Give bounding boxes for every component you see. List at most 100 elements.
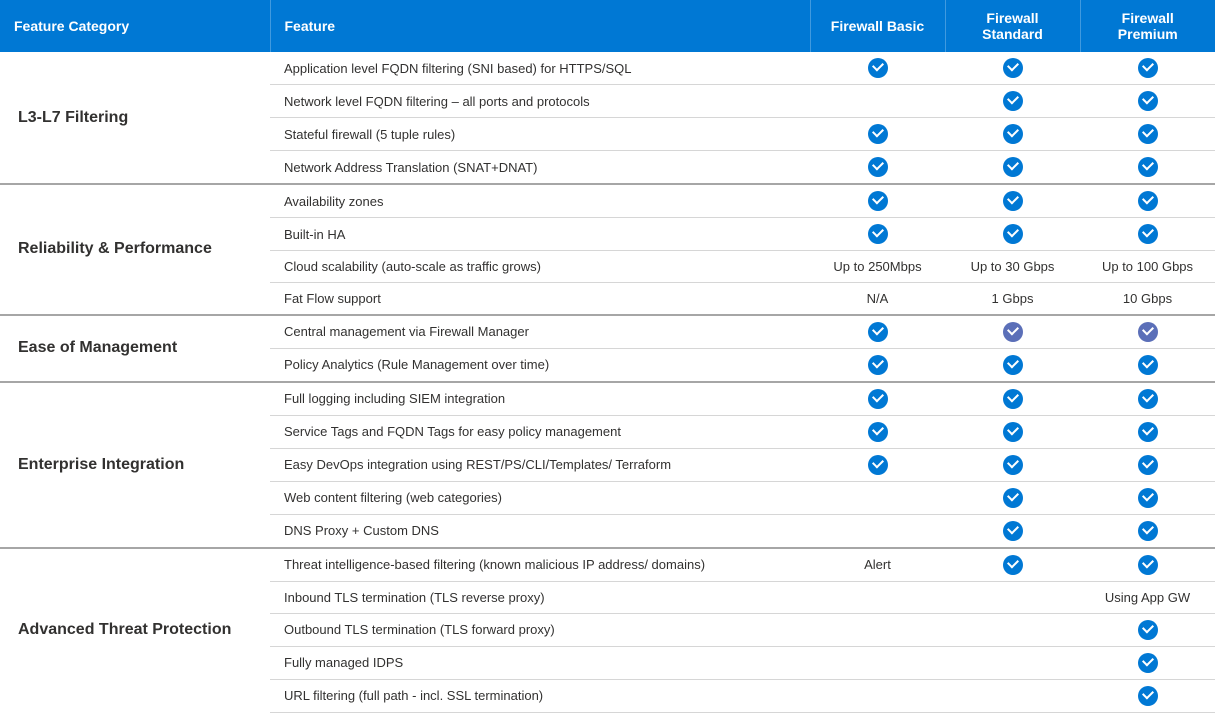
tier-cell: Up to 30 Gbps	[945, 251, 1080, 283]
tier-cell	[945, 348, 1080, 382]
tier-cell	[1080, 151, 1215, 185]
tier-cell	[810, 382, 945, 416]
tier-cell	[1080, 646, 1215, 679]
feature-cell: Fully managed IDPS	[270, 646, 810, 679]
check-icon	[868, 389, 888, 409]
tier-cell	[810, 679, 945, 712]
category-cell: Ease of Management	[0, 315, 270, 382]
tier-cell	[1080, 348, 1215, 382]
feature-cell: Central management via Firewall Manager	[270, 315, 810, 349]
tier-cell: Up to 100 Gbps	[1080, 251, 1215, 283]
tier-cell: Up to 250Mbps	[810, 251, 945, 283]
check-icon	[1003, 224, 1023, 244]
header-row: Feature Category Feature Firewall Basic …	[0, 0, 1215, 52]
check-icon	[1138, 422, 1158, 442]
table-row: Advanced Threat ProtectionThreat intelli…	[0, 548, 1215, 582]
check-icon	[1138, 620, 1158, 640]
tier-cell	[810, 218, 945, 251]
check-icon	[1138, 124, 1158, 144]
feature-cell: Application level FQDN filtering (SNI ba…	[270, 52, 810, 85]
feature-cell: Network Address Translation (SNAT+DNAT)	[270, 151, 810, 185]
tier-cell	[1080, 218, 1215, 251]
tier-cell: Alert	[810, 548, 945, 582]
check-icon	[868, 191, 888, 211]
feature-cell: Policy Analytics (Rule Management over t…	[270, 348, 810, 382]
tier-cell	[945, 184, 1080, 218]
tier-cell	[810, 514, 945, 548]
tier-cell	[1080, 481, 1215, 514]
feature-comparison-table: Feature Category Feature Firewall Basic …	[0, 0, 1215, 713]
header-category: Feature Category	[0, 0, 270, 52]
tier-cell	[945, 382, 1080, 416]
check-icon	[1003, 455, 1023, 475]
table-row: Ease of ManagementCentral management via…	[0, 315, 1215, 349]
tier-cell	[810, 315, 945, 349]
check-icon	[1138, 157, 1158, 177]
check-icon	[1138, 389, 1158, 409]
check-icon	[868, 322, 888, 342]
category-cell: Reliability & Performance	[0, 184, 270, 315]
feature-cell: Web content filtering (web categories)	[270, 481, 810, 514]
tier-cell	[810, 52, 945, 85]
tier-cell	[945, 548, 1080, 582]
feature-cell: DNS Proxy + Custom DNS	[270, 514, 810, 548]
tier-cell	[1080, 679, 1215, 712]
header-tier-premium: Firewall Premium	[1080, 0, 1215, 52]
tier-cell	[810, 481, 945, 514]
tier-cell	[810, 348, 945, 382]
feature-cell: Network level FQDN filtering – all ports…	[270, 85, 810, 118]
check-icon	[1003, 355, 1023, 375]
tier-cell	[810, 118, 945, 151]
tier-cell	[945, 118, 1080, 151]
check-icon	[1003, 191, 1023, 211]
tier-cell	[945, 646, 1080, 679]
tier-cell	[810, 85, 945, 118]
category-cell: Advanced Threat Protection	[0, 548, 270, 713]
check-icon	[868, 124, 888, 144]
tier-cell	[945, 151, 1080, 185]
check-icon	[1003, 488, 1023, 508]
tier-cell	[945, 448, 1080, 481]
feature-cell: Availability zones	[270, 184, 810, 218]
check-icon	[1138, 355, 1158, 375]
tier-cell	[945, 415, 1080, 448]
feature-cell: Built-in HA	[270, 218, 810, 251]
tier-cell	[1080, 448, 1215, 481]
tier-cell	[1080, 315, 1215, 349]
tier-cell	[945, 218, 1080, 251]
tier-cell	[945, 52, 1080, 85]
feature-cell: Stateful firewall (5 tuple rules)	[270, 118, 810, 151]
check-icon	[1003, 422, 1023, 442]
tier-cell	[1080, 548, 1215, 582]
tier-cell	[1080, 514, 1215, 548]
tier-cell: 1 Gbps	[945, 283, 1080, 315]
tier-cell	[945, 613, 1080, 646]
tier-cell	[810, 613, 945, 646]
feature-cell: Threat intelligence-based filtering (kno…	[270, 548, 810, 582]
feature-cell: Full logging including SIEM integration	[270, 382, 810, 416]
tier-cell	[945, 315, 1080, 349]
tier-cell: 10 Gbps	[1080, 283, 1215, 315]
tier-cell	[1080, 382, 1215, 416]
category-cell: Enterprise Integration	[0, 382, 270, 548]
table-row: Enterprise IntegrationFull logging inclu…	[0, 382, 1215, 416]
check-icon	[1003, 322, 1023, 342]
tier-cell	[945, 85, 1080, 118]
tier-cell: Using App GW	[1080, 581, 1215, 613]
tier-cell	[945, 514, 1080, 548]
tier-cell	[1080, 85, 1215, 118]
feature-cell: URL filtering (full path - incl. SSL ter…	[270, 679, 810, 712]
tier-cell	[1080, 184, 1215, 218]
tier-cell	[945, 679, 1080, 712]
tier-cell	[810, 184, 945, 218]
check-icon	[1138, 488, 1158, 508]
tier-cell	[1080, 613, 1215, 646]
category-cell: L3-L7 Filtering	[0, 52, 270, 184]
check-icon	[1003, 58, 1023, 78]
check-icon	[868, 224, 888, 244]
feature-cell: Inbound TLS termination (TLS reverse pro…	[270, 581, 810, 613]
feature-cell: Fat Flow support	[270, 283, 810, 315]
feature-cell: Service Tags and FQDN Tags for easy poli…	[270, 415, 810, 448]
check-icon	[868, 455, 888, 475]
header-feature: Feature	[270, 0, 810, 52]
